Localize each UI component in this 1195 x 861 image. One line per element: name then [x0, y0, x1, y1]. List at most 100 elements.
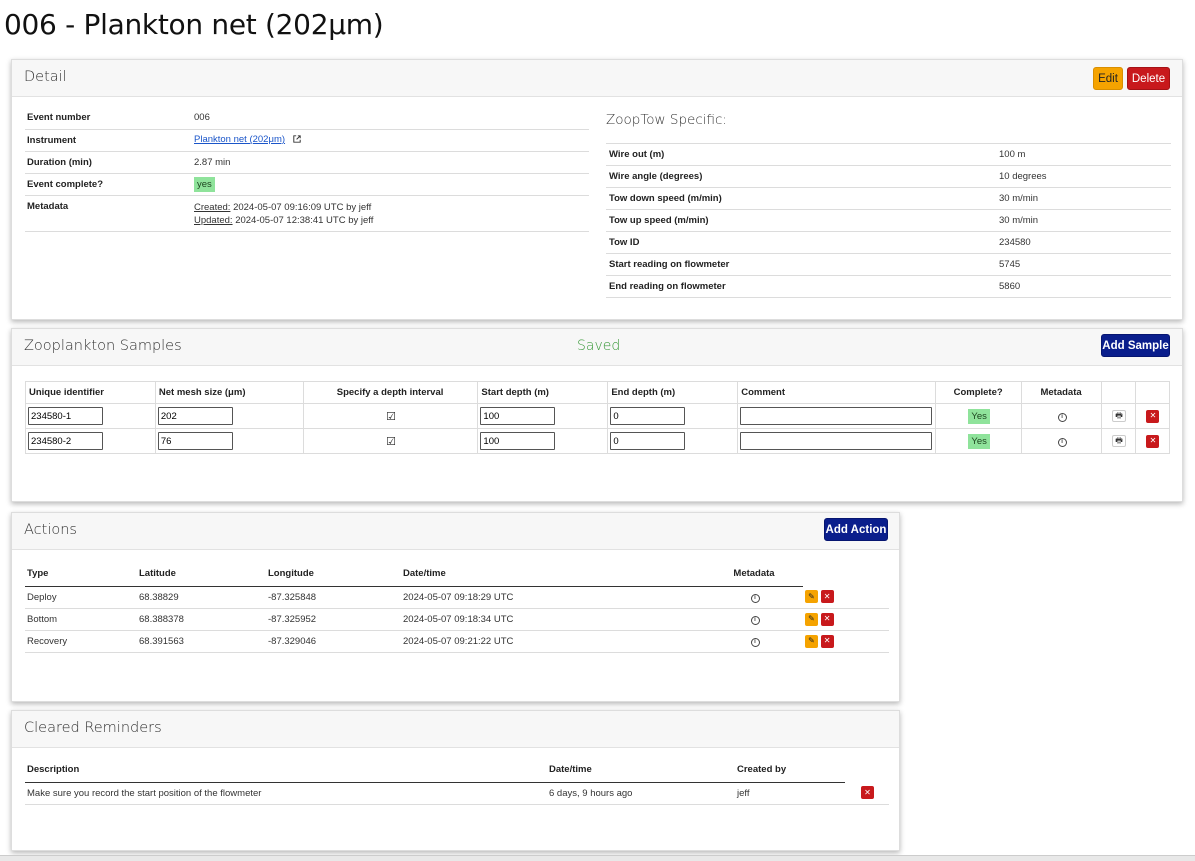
field-value: 5745	[998, 253, 1171, 276]
column-header: End depth (m)	[607, 381, 739, 404]
detail-header: Detail Edit Delete	[12, 60, 1182, 97]
event-number-value: 006	[193, 107, 589, 130]
action-type: Deploy	[25, 586, 137, 609]
depth-interval-checkbox[interactable]: ☑	[302, 428, 479, 454]
complete-badge[interactable]: Yes	[968, 433, 990, 449]
page-title: 006 - Plankton net (202μm)	[4, 8, 384, 41]
column-header: Longitude	[266, 562, 401, 587]
close-icon[interactable]: ✕	[820, 612, 834, 626]
info-icon[interactable]: i	[750, 638, 760, 647]
action-latitude: 68.38829	[137, 586, 266, 609]
table-row: Duration (min) 2.87 min	[25, 151, 589, 174]
table-row: Metadata Created: 2024-05-07 09:16:09 UT…	[25, 195, 589, 232]
end-depth-input[interactable]	[610, 432, 686, 450]
instrument-link[interactable]: Plankton net (202μm)	[194, 134, 285, 145]
comment-input[interactable]	[740, 407, 933, 425]
table-row: ☑ Yes i 🖶 ✕	[25, 403, 1171, 429]
reminders-table: Description Date/time Created by Make su…	[25, 758, 889, 805]
table-row: Recovery 68.391563 -87.329046 2024-05-07…	[25, 630, 889, 653]
samples-header: Zooplankton Samples Saved Add Sample	[12, 329, 1182, 366]
start-depth-input[interactable]	[480, 432, 556, 450]
table-row: Event number 006	[25, 107, 589, 130]
close-icon[interactable]: ✕	[1146, 434, 1160, 448]
field-value: 100 m	[998, 143, 1171, 166]
action-longitude: -87.329046	[266, 630, 401, 653]
net-mesh-size-input[interactable]	[157, 432, 233, 450]
field-label: Tow down speed (m/min)	[606, 187, 998, 210]
start-depth-input[interactable]	[480, 407, 556, 425]
zooptow-specific-table: Wire out (m) 100 m Wire angle (degrees) …	[606, 143, 1171, 298]
info-icon[interactable]: i	[750, 594, 760, 603]
close-icon[interactable]: ✕	[820, 634, 834, 648]
reminder-created-by: jeff	[735, 782, 845, 805]
external-link-icon[interactable]	[292, 135, 301, 146]
comment-input[interactable]	[740, 432, 933, 450]
field-label: Tow up speed (m/min)	[606, 209, 998, 232]
action-longitude: -87.325848	[266, 586, 401, 609]
detail-card: Detail Edit Delete Event number 006 Inst…	[11, 59, 1183, 320]
column-header: Unique identifier	[25, 381, 156, 404]
field-label: Event complete?	[25, 173, 193, 196]
action-datetime: 2024-05-07 09:18:29 UTC	[401, 586, 706, 609]
reminders-title: Cleared Reminders	[24, 720, 162, 736]
updated-label: Updated:	[194, 214, 233, 226]
column-header: Type	[25, 562, 137, 587]
updated-value: 2024-05-07 12:38:41 UTC by jeff	[235, 214, 374, 226]
table-header-row: Type Latitude Longitude Date/time Metada…	[25, 562, 889, 587]
column-header: Date/time	[547, 758, 735, 783]
action-type: Bottom	[25, 608, 137, 631]
actions-header: Actions Add Action	[12, 513, 899, 550]
actions-card: Actions Add Action Type Latitude Longitu…	[11, 512, 900, 702]
samples-table: Unique identifier Net mesh size (μm) Spe…	[25, 381, 1171, 454]
close-icon[interactable]: ✕	[1146, 409, 1160, 423]
unique-identifier-input[interactable]	[28, 432, 103, 450]
depth-interval-checkbox[interactable]: ☑	[302, 403, 479, 429]
info-icon[interactable]: i	[1057, 413, 1067, 422]
pencil-icon[interactable]: ✎	[805, 612, 818, 626]
print-icon[interactable]: 🖶	[1111, 435, 1126, 447]
action-latitude: 68.388378	[137, 608, 266, 631]
bottom-scroll-bar[interactable]	[0, 855, 1195, 861]
column-header	[803, 562, 889, 586]
action-type: Recovery	[25, 630, 137, 653]
actions-title: Actions	[24, 522, 77, 538]
add-action-button[interactable]: Add Action	[824, 518, 888, 541]
action-datetime: 2024-05-07 09:21:22 UTC	[401, 630, 706, 653]
detail-title: Detail	[24, 69, 67, 85]
reminder-datetime: 6 days, 9 hours ago	[547, 782, 735, 805]
pencil-icon[interactable]: ✎	[805, 590, 818, 604]
edit-button[interactable]: Edit	[1093, 67, 1123, 90]
pencil-icon[interactable]: ✎	[805, 634, 818, 648]
samples-title: Zooplankton Samples	[24, 338, 182, 354]
info-icon[interactable]: i	[750, 616, 760, 625]
zooptow-specific-heading: ZoopTow Specific:	[606, 112, 727, 128]
delete-button[interactable]: Delete	[1127, 67, 1170, 90]
add-sample-button[interactable]: Add Sample	[1101, 334, 1170, 357]
reminders-header: Cleared Reminders	[12, 711, 899, 748]
column-header: Complete?	[935, 381, 1023, 404]
column-header	[1134, 381, 1171, 404]
table-row: Tow up speed (m/min) 30 m/min	[606, 209, 1171, 232]
column-header: Metadata	[706, 562, 803, 587]
field-value: 30 m/min	[998, 209, 1171, 232]
created-value: 2024-05-07 09:16:09 UTC by jeff	[233, 201, 372, 213]
table-row: Wire angle (degrees) 10 degrees	[606, 165, 1171, 188]
close-icon[interactable]: ✕	[820, 590, 834, 604]
action-datetime: 2024-05-07 09:18:34 UTC	[401, 608, 706, 631]
field-label: Tow ID	[606, 231, 998, 254]
info-icon[interactable]: i	[1057, 438, 1067, 447]
close-icon[interactable]: ✕	[861, 786, 874, 800]
end-depth-input[interactable]	[610, 407, 686, 425]
column-header: Latitude	[137, 562, 266, 587]
unique-identifier-input[interactable]	[28, 407, 103, 425]
table-row: Instrument Plankton net (202μm)	[25, 129, 589, 152]
column-header	[1101, 381, 1136, 404]
table-row: Make sure you record the start position …	[25, 782, 889, 805]
event-details-table: Event number 006 Instrument Plankton net…	[25, 107, 589, 232]
print-icon[interactable]: 🖶	[1111, 410, 1126, 422]
action-longitude: -87.325952	[266, 608, 401, 631]
table-row: Tow ID 234580	[606, 231, 1171, 254]
net-mesh-size-input[interactable]	[157, 407, 233, 425]
complete-badge[interactable]: Yes	[968, 408, 990, 424]
duration-value: 2.87 min	[193, 151, 589, 174]
